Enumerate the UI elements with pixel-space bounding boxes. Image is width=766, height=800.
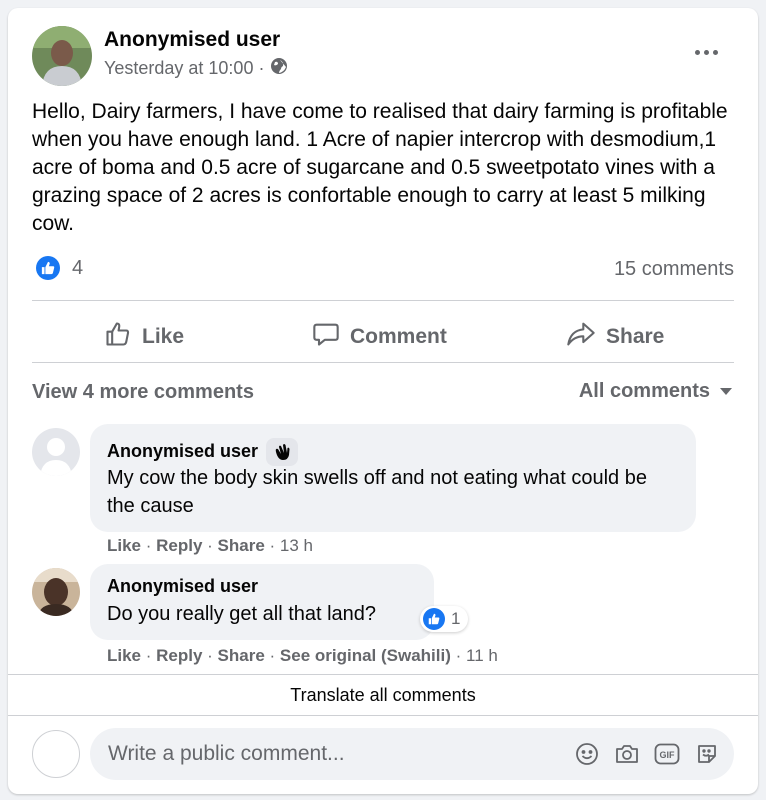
thumbs-up-icon bbox=[104, 320, 132, 354]
comment-reply-link[interactable]: Reply bbox=[156, 646, 202, 665]
share-label: Share bbox=[606, 325, 665, 348]
current-user-avatar[interactable] bbox=[32, 730, 80, 778]
share-button[interactable]: Share bbox=[566, 317, 664, 357]
see-original-link[interactable]: See original (Swahili) bbox=[280, 646, 451, 665]
globe-icon bbox=[270, 57, 288, 80]
translate-all-comments[interactable]: Translate all comments bbox=[8, 674, 758, 716]
comment-like-link[interactable]: Like bbox=[107, 646, 141, 665]
like-label: Like bbox=[142, 325, 185, 348]
like-button[interactable]: Like bbox=[104, 317, 184, 357]
comment-text: Do you really get all that land? bbox=[107, 603, 377, 625]
comment-share-link[interactable]: Share bbox=[218, 646, 265, 665]
emoji-icon[interactable] bbox=[574, 741, 600, 767]
comment-like-link[interactable]: Like bbox=[107, 536, 141, 555]
comment-time[interactable]: 11 h bbox=[466, 646, 498, 665]
reaction-summary[interactable]: 4 bbox=[36, 256, 83, 280]
comment-author[interactable]: Anonymised user bbox=[107, 438, 299, 466]
post-timestamp[interactable]: Yesterday at 10:00 · bbox=[104, 58, 264, 79]
share-arrow-icon bbox=[566, 320, 596, 354]
comment-count[interactable]: 15 comments bbox=[614, 258, 734, 281]
camera-icon[interactable] bbox=[614, 741, 640, 767]
divider bbox=[32, 300, 734, 301]
chevron-down-icon bbox=[720, 388, 732, 395]
author-avatar[interactable] bbox=[32, 26, 92, 86]
post-card: Anonymised user Yesterday at 10:00 · Hel… bbox=[8, 8, 758, 794]
reaction-count: 4 bbox=[72, 256, 84, 279]
waving-hand-icon bbox=[266, 438, 299, 466]
post-author[interactable]: Anonymised user bbox=[104, 28, 280, 52]
comment-filter-label: All comments bbox=[578, 380, 710, 402]
commenter-avatar[interactable] bbox=[32, 568, 80, 616]
composer-icons: GIF bbox=[574, 741, 720, 767]
comment-filter-dropdown[interactable]: All comments bbox=[579, 380, 732, 403]
post-text: Hello, Dairy farmers, I have come to rea… bbox=[32, 100, 728, 235]
sticker-icon[interactable] bbox=[694, 741, 720, 767]
divider bbox=[32, 362, 734, 363]
comment-bubble-icon bbox=[312, 320, 340, 354]
view-more-comments[interactable]: View 4 more comments bbox=[32, 381, 254, 404]
comment-reactions[interactable]: 1 bbox=[420, 606, 469, 632]
comment-time[interactable]: 13 h bbox=[280, 536, 313, 555]
comment-label: Comment bbox=[350, 325, 447, 348]
comment-text: My cow the body skin swells off and not … bbox=[107, 467, 647, 517]
like-reaction-icon bbox=[423, 608, 445, 630]
comment-composer: GIF bbox=[90, 728, 734, 780]
more-options-icon[interactable] bbox=[688, 42, 724, 62]
gif-icon[interactable]: GIF bbox=[654, 741, 680, 767]
comment-button[interactable]: Comment bbox=[312, 317, 447, 357]
comment-bubble: Anonymised user My cow the body skin swe… bbox=[90, 424, 696, 532]
comment-reply-link[interactable]: Reply bbox=[156, 536, 202, 555]
comment-reaction-count: 1 bbox=[451, 609, 461, 628]
commenter-avatar[interactable] bbox=[32, 428, 80, 476]
comment-share-link[interactable]: Share bbox=[218, 536, 265, 555]
svg-text:GIF: GIF bbox=[660, 750, 676, 760]
comment-bubble: Anonymised user Do you really get all th… bbox=[90, 564, 434, 640]
like-reaction-icon bbox=[36, 256, 60, 280]
comment-actions: Like · Reply · Share · 13 h bbox=[107, 536, 313, 555]
post-meta: Yesterday at 10:00 · bbox=[104, 57, 288, 80]
comment-actions: Like · Reply · Share · See original (Swa… bbox=[107, 646, 498, 665]
comment-author[interactable]: Anonymised user bbox=[107, 576, 258, 597]
comment-input[interactable] bbox=[108, 728, 548, 780]
